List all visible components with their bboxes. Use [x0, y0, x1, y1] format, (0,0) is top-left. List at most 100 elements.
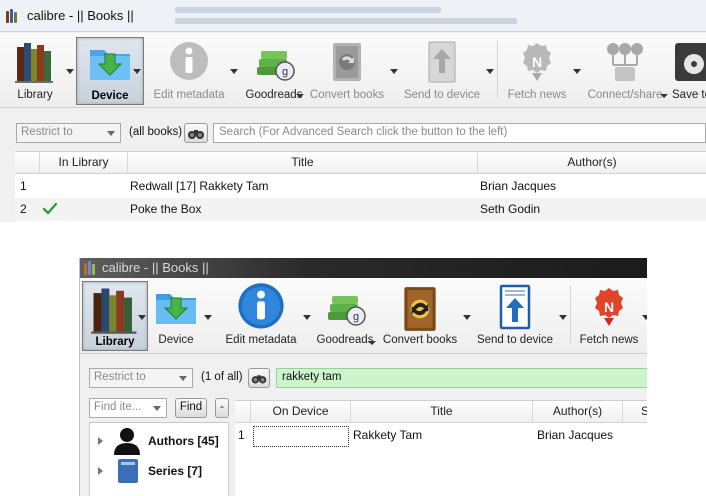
- library-button[interactable]: Library: [5, 33, 65, 105]
- column-header-authors[interactable]: Author(s): [477, 152, 706, 174]
- collapse-button[interactable]: -: [215, 398, 229, 418]
- fetch-news-button[interactable]: N Fetch news: [574, 278, 644, 350]
- column-header-authors[interactable]: Author(s): [532, 401, 622, 423]
- restrict-to-combo[interactable]: Restrict to: [89, 368, 193, 388]
- edit-metadata-button[interactable]: Edit metadata: [222, 278, 300, 350]
- convert-books-dropdown-arrow[interactable]: [463, 315, 471, 320]
- edit-metadata-label: Edit metadata: [225, 334, 297, 346]
- binoculars-icon: [188, 130, 204, 139]
- advanced-search-button[interactable]: [184, 123, 208, 143]
- fetch-news-icon: N: [523, 43, 551, 81]
- connect-share-label: Connect/share: [587, 89, 663, 101]
- fetch-news-dropdown-arrow[interactable]: [573, 69, 581, 74]
- table-row[interactable]: 1 Redwall [17] Rakkety Tam Brian Jacques: [15, 175, 706, 198]
- window-title: calibre - || Books ||: [102, 260, 209, 275]
- edit-metadata-dropdown-arrow[interactable]: [303, 315, 311, 320]
- info-icon: [170, 42, 208, 80]
- tree-item-authors[interactable]: Authors [45]: [90, 427, 228, 455]
- row-number: 1: [20, 179, 27, 193]
- send-to-device-button[interactable]: Send to device: [475, 278, 555, 350]
- on-device-cell-focus[interactable]: [253, 426, 349, 447]
- search-bar: Restrict to (all books) Search (For Adva…: [0, 118, 706, 152]
- convert-books-label: Convert books: [309, 89, 385, 101]
- convert-books-button[interactable]: Convert books: [308, 33, 386, 105]
- calibre-app-icon: [84, 261, 98, 275]
- authors-tree-label: Authors [45]: [148, 434, 219, 448]
- svg-text:g: g: [353, 311, 359, 323]
- main-toolbar: Library Device Edit metadata g Goodreads…: [0, 33, 706, 108]
- send-to-device-button[interactable]: Send to device: [402, 33, 482, 105]
- goodreads-dropdown-arrow[interactable]: [368, 341, 376, 345]
- connect-share-button[interactable]: Connect/share: [583, 33, 667, 105]
- device-label: Device: [158, 334, 194, 346]
- find-button[interactable]: Find: [175, 398, 207, 418]
- search-input[interactable]: Search (For Advanced Search click the bu…: [213, 123, 706, 143]
- library-books-icon: [91, 288, 137, 334]
- library-books-icon: [15, 43, 53, 83]
- send-to-device-dropdown-arrow[interactable]: [559, 315, 567, 320]
- expand-arrow-icon[interactable]: [98, 467, 103, 475]
- book-author: Brian Jacques: [537, 428, 614, 442]
- device-button[interactable]: Device: [150, 278, 202, 350]
- connect-share-dropdown-arrow[interactable]: [660, 94, 668, 98]
- library-label: Library: [95, 336, 135, 348]
- send-to-device-icon: [499, 284, 531, 330]
- send-to-device-label: Send to device: [476, 334, 554, 346]
- table-header: In Library Title Author(s): [15, 152, 706, 174]
- convert-books-label: Convert books: [382, 334, 458, 346]
- background-window-ghost: [175, 2, 555, 30]
- row-number: 2: [20, 202, 27, 216]
- svg-text:N: N: [604, 299, 614, 315]
- search-input[interactable]: rakkety tam: [276, 368, 647, 388]
- library-label: Library: [17, 89, 53, 101]
- fetch-news-dropdown-arrow[interactable]: [642, 315, 647, 320]
- tag-browser-tree: Authors [45] Series [7]: [89, 422, 229, 496]
- table-header: On Device Title Author(s) S: [235, 401, 647, 423]
- goodreads-dropdown-arrow[interactable]: [296, 94, 304, 98]
- edit-metadata-button[interactable]: Edit metadata: [150, 33, 228, 105]
- tree-item-series[interactable]: Series [7]: [90, 457, 228, 485]
- table-row[interactable]: 2 Poke the Box Seth Godin: [15, 198, 706, 221]
- book-title: Poke the Box: [130, 202, 202, 216]
- advanced-search-button[interactable]: [248, 368, 270, 388]
- column-header-title[interactable]: Title: [350, 401, 532, 423]
- goodreads-button[interactable]: g Goodreads: [314, 278, 376, 350]
- book-count-label: (1 of all): [201, 371, 243, 383]
- goodreads-books-icon: g: [328, 296, 366, 326]
- column-header-on-device[interactable]: On Device: [250, 401, 350, 423]
- column-header-title[interactable]: Title: [127, 152, 477, 174]
- edit-metadata-dropdown-arrow[interactable]: [230, 69, 238, 74]
- send-to-device-label: Send to device: [403, 89, 481, 101]
- convert-books-button[interactable]: Convert books: [380, 278, 460, 350]
- title-bar: calibre - || Books ||: [0, 0, 706, 32]
- library-dropdown-arrow[interactable]: [66, 69, 74, 74]
- book-author: Brian Jacques: [480, 179, 557, 193]
- column-header-in-library[interactable]: In Library: [39, 152, 127, 174]
- book-count-label: (all books): [129, 126, 183, 138]
- device-book-table: In Library Title Author(s) 1 Redwall [17…: [15, 151, 706, 222]
- row-number-header: [15, 152, 39, 174]
- find-item-combo[interactable]: Find ite...: [89, 398, 167, 418]
- table-row[interactable]: 1 Rakkety Tam Brian Jacques: [235, 424, 647, 447]
- expand-arrow-icon[interactable]: [98, 437, 103, 445]
- goodreads-books-icon: g: [257, 51, 295, 81]
- save-to-button[interactable]: Save to: [670, 33, 706, 105]
- fetch-news-button[interactable]: N Fetch news: [502, 33, 572, 105]
- device-folder-icon: [156, 294, 196, 324]
- column-header-s[interactable]: S: [622, 401, 647, 423]
- main-toolbar: Library Device Edit metadata g Goodreads…: [80, 278, 647, 354]
- device-folder-icon: [90, 50, 130, 80]
- device-dropdown-arrow[interactable]: [133, 69, 141, 74]
- binoculars-icon: [251, 375, 267, 384]
- goodreads-label: Goodreads: [316, 334, 374, 346]
- authors-count: [45]: [197, 434, 219, 448]
- convert-books-dropdown-arrow[interactable]: [390, 69, 398, 74]
- library-dropdown-arrow[interactable]: [138, 315, 146, 320]
- restrict-to-combo[interactable]: Restrict to: [16, 123, 121, 143]
- series-notebook-icon: [118, 459, 138, 483]
- send-to-device-dropdown-arrow[interactable]: [486, 69, 494, 74]
- device-dropdown-arrow[interactable]: [204, 315, 212, 320]
- window-title: calibre - || Books ||: [27, 8, 134, 23]
- series-label: Series: [148, 464, 185, 478]
- title-bar: calibre - || Books ||: [80, 258, 647, 278]
